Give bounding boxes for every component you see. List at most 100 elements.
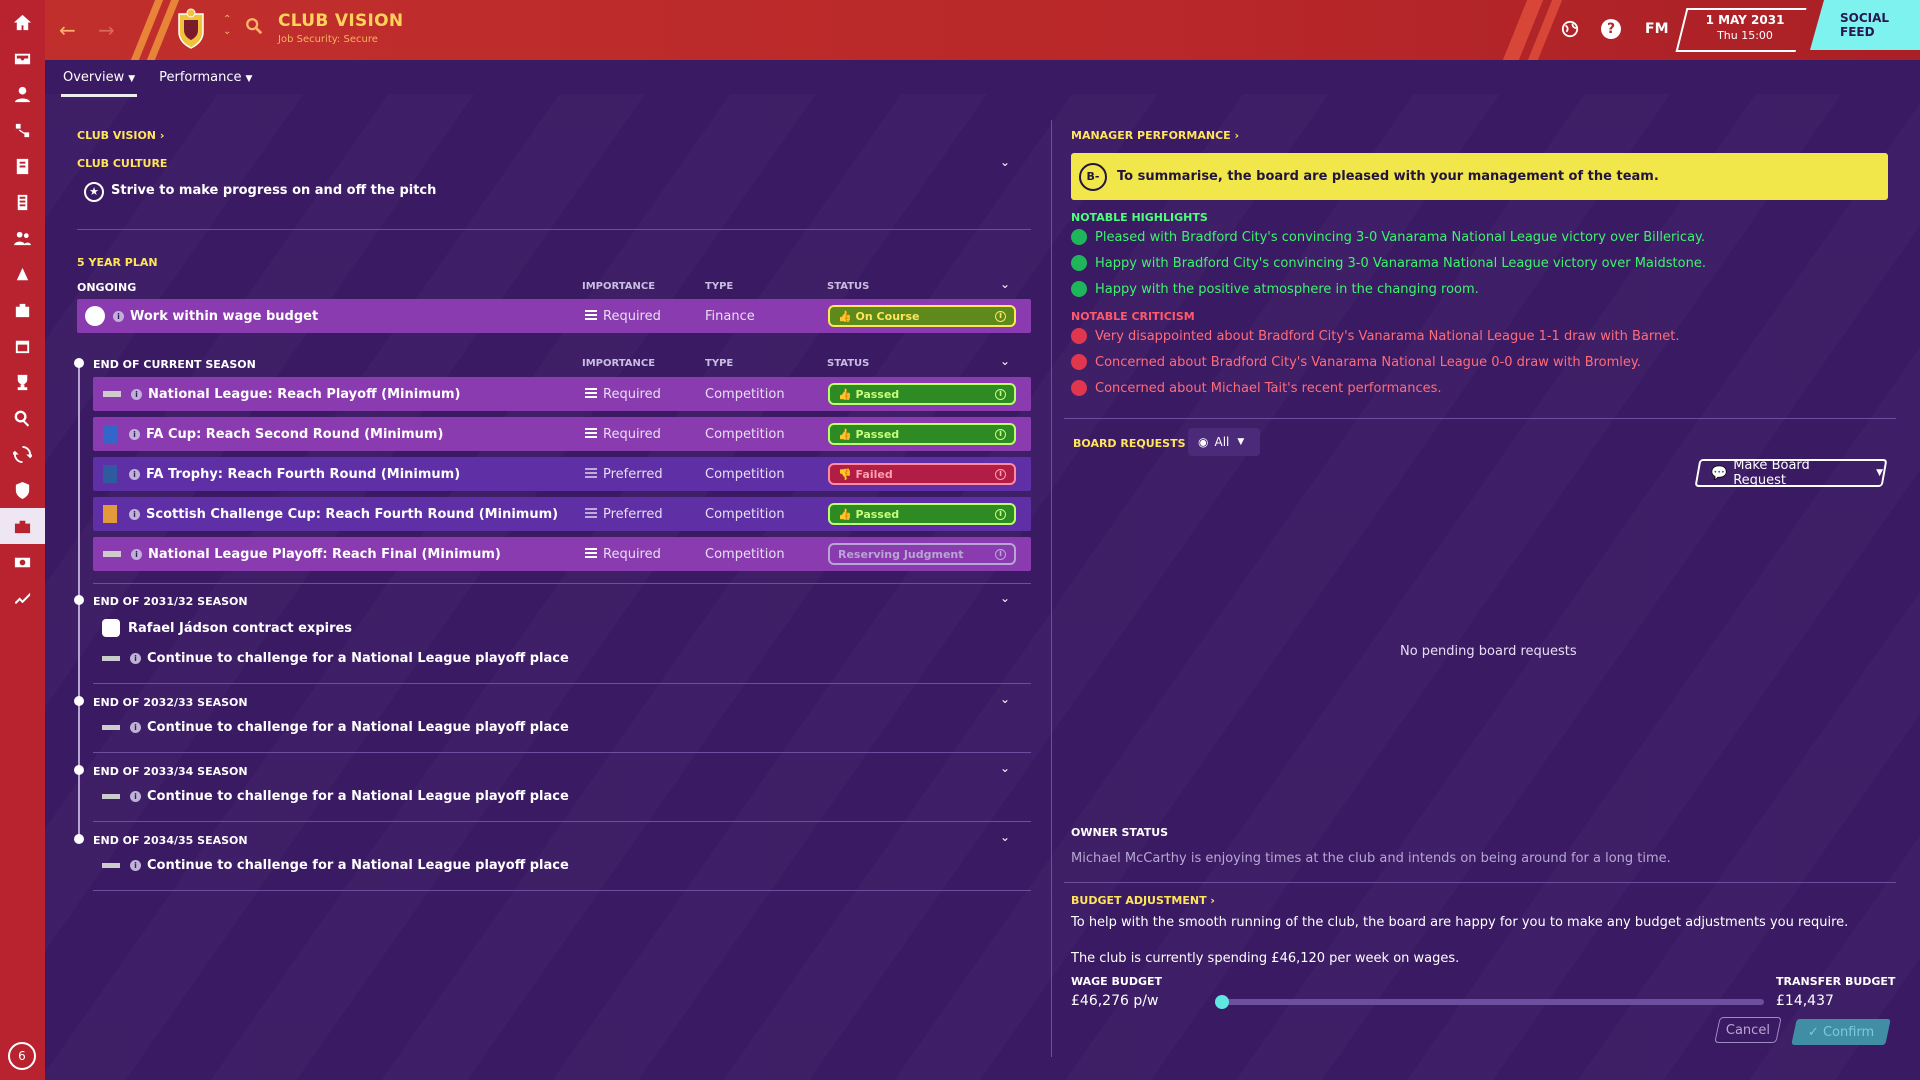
importance-value: Required — [603, 546, 661, 562]
objective-row[interactable]: i National League Playoff: Reach Final (… — [93, 537, 1031, 571]
competitions-icon[interactable] — [0, 364, 45, 400]
importance-value: Required — [603, 308, 661, 324]
filter-dropdown[interactable]: ◉ All ▼ — [1188, 428, 1260, 456]
importance-value: Preferred — [603, 466, 663, 482]
criticism-item: Very disappointed about Bradford City's … — [1071, 328, 1679, 344]
info-icon[interactable]: i — [129, 468, 140, 480]
divider — [93, 821, 1031, 822]
tab-performance[interactable]: Performance ▼ — [157, 64, 254, 91]
dev-centre-icon[interactable] — [0, 292, 45, 328]
notification-badge[interactable]: 6 — [8, 1042, 36, 1070]
wage-budget-value: £46,276 p/w — [1071, 993, 1159, 1009]
objective-row[interactable]: i FA Cup: Reach Second Round (Minimum) R… — [93, 417, 1031, 451]
col-type: TYPE — [705, 358, 734, 369]
chevron-down-icon[interactable]: ⌄ — [1000, 761, 1010, 775]
scouting-icon[interactable] — [0, 400, 45, 436]
highlight-item: Happy with Bradford City's convincing 3-… — [1071, 255, 1706, 271]
status-badge[interactable]: Reserving Judgment i — [828, 543, 1016, 565]
chevron-down-icon[interactable]: ⌄ — [1000, 591, 1010, 605]
make-board-request-button[interactable]: 💬 Make Board Request ▼ — [1694, 458, 1888, 488]
info-icon: i — [130, 653, 141, 664]
plan-item: i Continue to challenge for a National Le… — [102, 789, 569, 804]
chevron-down-icon[interactable]: ⌄ — [1000, 155, 1010, 169]
time-text: Thu 15:00 — [1717, 29, 1773, 42]
chevron-down-icon[interactable]: ⌄ — [1000, 277, 1010, 291]
budget-slider-track[interactable] — [1222, 999, 1764, 1005]
switch-club-icon[interactable]: ⌃ ⌄ — [223, 14, 231, 38]
dev-icon[interactable] — [0, 580, 45, 616]
staff-icon[interactable] — [0, 184, 45, 220]
highlight-item: Happy with the positive atmosphere in th… — [1071, 281, 1479, 297]
board-requests-heading: BOARD REQUESTS — [1073, 437, 1186, 450]
club-vision-link[interactable]: CLUB VISION › — [77, 129, 164, 142]
importance-value: Preferred — [603, 506, 663, 522]
budget-adjustment-link[interactable]: BUDGET ADJUSTMENT › — [1071, 894, 1215, 907]
inbox-icon[interactable] — [0, 40, 45, 76]
status-badge[interactable]: 👎 Failed i — [828, 463, 1016, 485]
social-feed-button[interactable]: SOCIAL FEED▶ — [1810, 0, 1920, 50]
wage-budget-label: WAGE BUDGET — [1071, 975, 1163, 988]
objective-row[interactable]: i FA Trophy: Reach Fourth Round (Minimum… — [93, 457, 1031, 491]
fm-menu-button[interactable]: FM — [1645, 21, 1669, 37]
season-heading: END OF 2033/34 SEASON — [93, 765, 248, 778]
info-icon[interactable]: i — [113, 310, 124, 322]
status-badge[interactable]: 👍 Passed i — [828, 503, 1016, 525]
info-icon[interactable]: i — [129, 428, 140, 440]
chevron-down-icon[interactable]: ⌄ — [1000, 692, 1010, 706]
club-vision-icon[interactable] — [0, 508, 45, 544]
chevron-down-icon[interactable]: ⌄ — [1000, 830, 1010, 844]
objective-row[interactable]: i Work within wage budget Required Finan… — [77, 299, 1031, 333]
info-icon: i — [130, 722, 141, 733]
objective-row[interactable]: i Scottish Challenge Cup: Reach Fourth R… — [93, 497, 1031, 531]
status-badge[interactable]: 👍 On Course i — [828, 305, 1016, 327]
status-badge[interactable]: 👍 Passed i — [828, 423, 1016, 445]
highlight-item: Pleased with Bradford City's convincing … — [1071, 229, 1705, 245]
importance-value: Required — [603, 426, 661, 442]
thumbs-up-icon: 👍 — [838, 507, 852, 521]
squad-icon[interactable] — [0, 76, 45, 112]
chevron-down-icon: ▼ — [245, 73, 253, 84]
divider — [93, 752, 1031, 753]
divider — [1064, 882, 1896, 883]
data-hub-icon[interactable] — [0, 148, 45, 184]
back-arrow-icon[interactable]: ← — [59, 18, 76, 42]
objective-row[interactable]: i National League: Reach Playoff (Minimu… — [93, 377, 1031, 411]
type-value: Finance — [705, 308, 755, 324]
search-icon[interactable] — [245, 17, 263, 39]
training-icon[interactable] — [0, 220, 45, 256]
tactics-icon[interactable] — [0, 112, 45, 148]
panel-divider — [1051, 120, 1052, 1057]
schedule-icon[interactable] — [0, 328, 45, 364]
importance-icon — [585, 310, 597, 322]
help-icon[interactable]: ? — [1601, 19, 1621, 39]
info-icon[interactable]: i — [131, 548, 142, 560]
transfers-icon[interactable] — [0, 436, 45, 472]
plan-item: i Continue to challenge for a National Le… — [102, 858, 569, 873]
type-value: Competition — [705, 546, 785, 562]
globe-icon[interactable] — [1561, 20, 1579, 42]
finance-icon — [85, 306, 105, 326]
tab-overview[interactable]: Overview ▼ — [61, 64, 138, 97]
club-info-icon[interactable] — [0, 472, 45, 508]
status-badge[interactable]: 👍 Passed i — [828, 383, 1016, 405]
fa-cup-icon — [103, 425, 117, 443]
info-icon[interactable]: i — [131, 388, 142, 400]
chevron-down-icon: ▼ — [1237, 437, 1245, 447]
info-icon: i — [995, 548, 1006, 560]
budget-slider-handle[interactable] — [1215, 995, 1229, 1009]
manager-performance-link[interactable]: MANAGER PERFORMANCE › — [1071, 129, 1239, 142]
info-icon[interactable]: i — [129, 508, 140, 520]
criticism-item: Concerned about Michael Tait's recent pe… — [1071, 380, 1442, 396]
finances-icon[interactable] — [0, 544, 45, 580]
continue-date[interactable]: 1 MAY 2031 Thu 15:00 — [1685, 13, 1805, 42]
divider — [77, 229, 1031, 230]
confirm-button[interactable]: ✓ Confirm — [1791, 1019, 1891, 1045]
forward-arrow-icon[interactable]: → — [98, 18, 115, 42]
current-season-heading: END OF CURRENT SEASON — [93, 358, 256, 371]
home-icon[interactable] — [0, 4, 45, 40]
sidebar: 6 — [0, 0, 45, 1080]
chevron-down-icon[interactable]: ⌄ — [1000, 354, 1010, 368]
medical-icon[interactable] — [0, 256, 45, 292]
cancel-button[interactable]: Cancel — [1714, 1017, 1782, 1043]
season-heading: END OF 2034/35 SEASON — [93, 834, 248, 847]
